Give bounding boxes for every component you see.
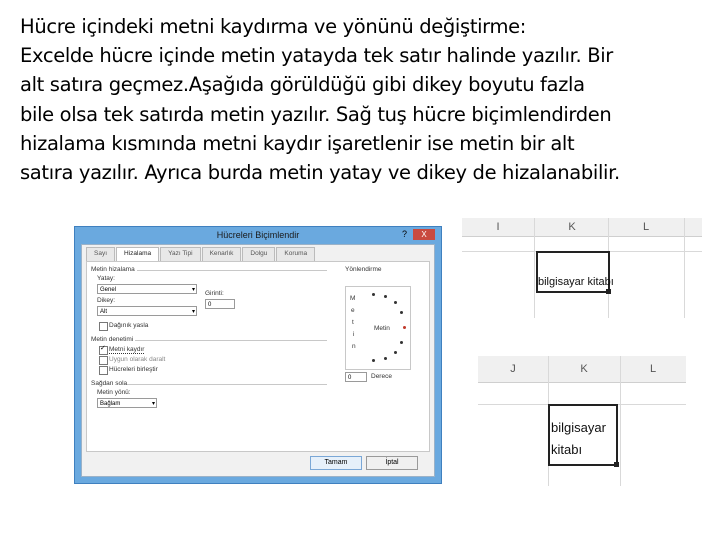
help-icon[interactable]: ? (402, 229, 407, 239)
tab-font[interactable]: Yazı Tipi (160, 247, 201, 261)
fill-handle[interactable] (614, 462, 619, 467)
orientation-dial[interactable]: M e t i n Metin (345, 286, 411, 370)
section-text-alignment: Metin hizalama (91, 266, 135, 273)
horizontal-value: Genel (100, 287, 117, 293)
dial-dot (394, 301, 397, 304)
column-header-l[interactable]: L (620, 356, 686, 382)
excel-crop-single-line: I K L bilgisayar kitabı (462, 218, 702, 318)
direction-value: Bağlam (100, 401, 121, 407)
divider (137, 270, 327, 271)
cell-text-line2: kitabı (551, 442, 583, 457)
horizontal-label: Yatay: (97, 275, 115, 282)
distributed-label: Dağınık yasla (109, 322, 149, 329)
horizontal-select[interactable]: Genel ▾ (97, 284, 197, 294)
wrap-text-label: Metni kaydır (109, 346, 145, 354)
fill-handle[interactable] (606, 289, 611, 294)
paragraph-line: satıra yazılır. Ayrıca burda metin yatay… (20, 161, 620, 185)
indent-input[interactable]: 0 (205, 299, 235, 309)
distributed-checkbox[interactable] (99, 322, 108, 331)
vertical-text-letter: i (353, 331, 355, 338)
tab-number[interactable]: Sayı (86, 247, 116, 261)
gridline (534, 218, 535, 318)
vertical-value: Alt (100, 309, 108, 315)
shrink-label: Uygun olarak daralt (109, 356, 166, 363)
gridline (620, 356, 621, 486)
column-header-l[interactable]: L (610, 218, 682, 236)
shrink-checkbox[interactable] (99, 356, 108, 365)
alignment-panel: Metin hizalama Yatay: Genel ▾ Dikey: Alt ▾… (86, 261, 430, 452)
paragraph-line: Excelde hücre içinde metin yatayda tek s… (20, 44, 613, 68)
vertical-label: Dikey: (97, 297, 116, 304)
dial-dot (403, 326, 406, 329)
dialog-title: Hücreleri Biçimlendir (216, 230, 300, 240)
close-icon[interactable]: X (413, 229, 435, 240)
chevron-down-icon: ▾ (191, 309, 195, 315)
instruction-paragraph: Hücre içindeki metni kaydırma ve yönünü … (20, 12, 710, 187)
dial-dot (394, 351, 397, 354)
column-header-k[interactable]: K (536, 218, 608, 236)
paragraph-line: alt satıra geçmez.Aşağıda görüldüğü gibi… (20, 73, 585, 97)
vertical-text-letter: e (351, 307, 355, 314)
section-rtl: Sağdan sola (91, 380, 128, 387)
orientation-label: Yönlendirme (345, 266, 382, 273)
vertical-text-letter: t (352, 319, 354, 326)
paragraph-line: hizalama kısmında metni kaydır işaretlen… (20, 131, 575, 155)
degree-value: 0 (348, 375, 352, 381)
tab-fill[interactable]: Dolgu (242, 247, 276, 261)
vertical-text-letter: n (352, 343, 356, 350)
orientation-text: Metin (374, 325, 390, 332)
cell-text: bilgisayar kitabı (538, 276, 614, 288)
merge-label: Hücreleri birleştir (109, 366, 158, 373)
wrap-text-checkbox[interactable] (99, 344, 108, 355)
divider (135, 340, 327, 341)
ok-button[interactable]: Tamam (310, 456, 362, 470)
format-cells-dialog: Hücreleri Biçimlendir ? X Sayı Hizalama … (74, 226, 442, 484)
chevron-down-icon: ▾ (191, 287, 195, 293)
indent-value: 0 (208, 302, 212, 308)
column-header-j[interactable]: J (478, 356, 548, 382)
tab-protection[interactable]: Koruma (276, 247, 316, 261)
dial-dot (372, 293, 375, 296)
dial-dot (400, 311, 403, 314)
cell-text-line1: bilgisayar (551, 420, 606, 435)
cancel-button[interactable]: İptal (366, 456, 418, 470)
indent-label: Girinti: (205, 290, 224, 297)
dial-dot (400, 341, 403, 344)
merge-checkbox[interactable] (99, 366, 108, 375)
dial-dot (384, 295, 387, 298)
vertical-text-letter: M (350, 295, 356, 302)
column-header-k[interactable]: K (548, 356, 620, 382)
paragraph-line: Hücre içindeki metni kaydırma ve yönünü … (20, 15, 527, 38)
dialog-tabs: Sayı Hizalama Yazı Tipi Kenarlık Dolgu K… (86, 247, 316, 261)
tab-alignment[interactable]: Hizalama (116, 247, 160, 261)
divider (127, 384, 327, 385)
section-text-control: Metin denetimi (91, 336, 134, 343)
chevron-down-icon: ▾ (151, 401, 155, 407)
dial-dot (384, 357, 387, 360)
gridline (684, 218, 685, 318)
degree-input[interactable]: 0 (345, 372, 367, 382)
dial-dot (372, 359, 375, 362)
excel-crop-wrapped: J K L bilgisayar kitabı (478, 356, 686, 486)
vertical-select[interactable]: Alt ▾ (97, 306, 197, 316)
direction-label: Metin yönü: (97, 389, 131, 396)
degree-label: Derece (371, 373, 392, 380)
column-header-i[interactable]: I (462, 218, 534, 236)
direction-select[interactable]: Bağlam ▾ (97, 398, 157, 408)
paragraph-line: bile olsa tek satırda metin yazılır. Sağ… (20, 102, 612, 126)
tab-border[interactable]: Kenarlık (201, 247, 242, 261)
dialog-body: Sayı Hizalama Yazı Tipi Kenarlık Dolgu K… (81, 244, 435, 477)
